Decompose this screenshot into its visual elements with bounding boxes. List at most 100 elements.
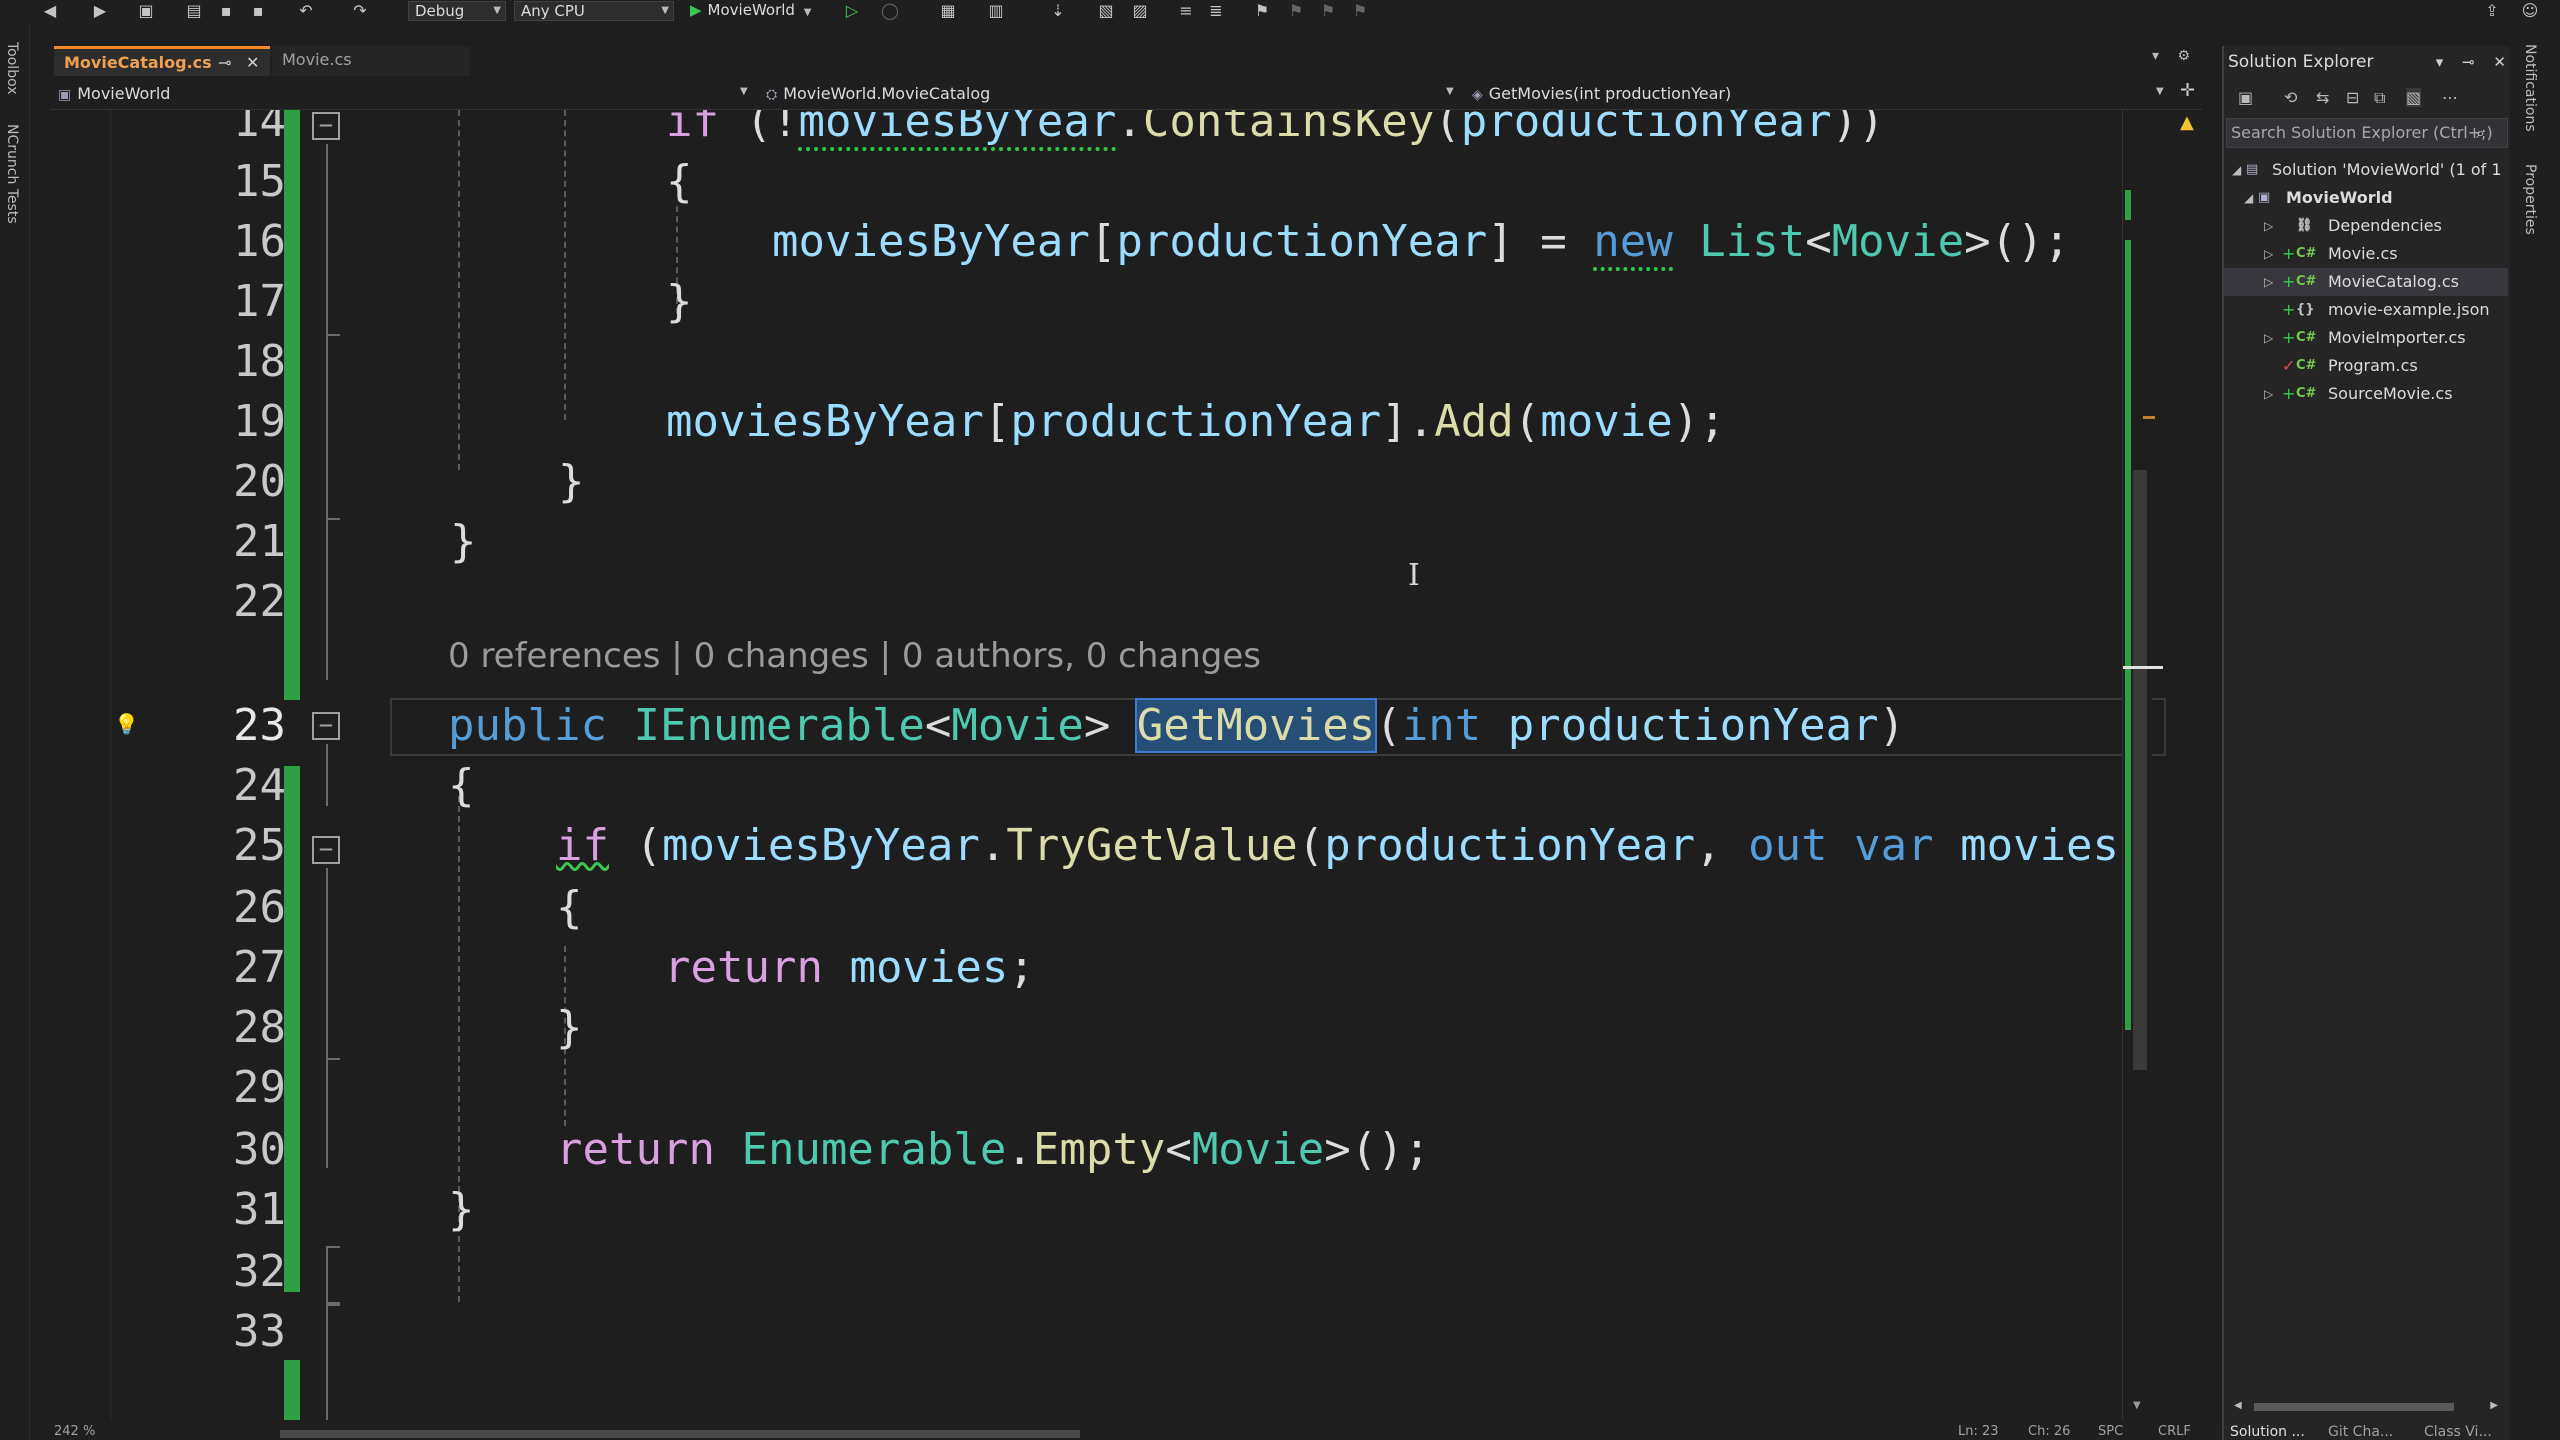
- code-line-17[interactable]: }: [666, 272, 693, 332]
- tree-item-solution[interactable]: ◢ ▤ Solution 'MovieWorld' (1 of 1: [2224, 156, 2508, 184]
- code-line-28[interactable]: }: [556, 998, 583, 1058]
- code-line-15[interactable]: {: [666, 152, 693, 212]
- zoom-level[interactable]: 242 %: [54, 1424, 95, 1439]
- chevron-down-icon[interactable]: ▼: [740, 86, 748, 97]
- browser-link-icon[interactable]: ▥: [986, 2, 1006, 20]
- selected-token[interactable]: GetMovies: [1134, 698, 1378, 753]
- vertical-scrollbar[interactable]: ▼: [2122, 110, 2163, 1420]
- save-all-icon[interactable]: ▪: [248, 2, 268, 20]
- code-line-16[interactable]: moviesByYear[productionYear] = new List<…: [772, 212, 2070, 272]
- more-icon[interactable]: ⋯: [2442, 88, 2458, 107]
- back-icon[interactable]: ◀: [40, 2, 60, 20]
- tree-item-moviecatalog-cs[interactable]: ▷ + C# MovieCatalog.cs: [2224, 268, 2508, 296]
- scroll-down-icon[interactable]: ▼: [2133, 1400, 2141, 1411]
- split-editor-icon[interactable]: ✛: [2180, 80, 2195, 101]
- pin-icon[interactable]: ⊸: [2462, 53, 2475, 71]
- sync-icon[interactable]: ⇆: [2316, 88, 2329, 107]
- window-position-icon[interactable]: ▾: [2436, 53, 2444, 71]
- comment-icon[interactable]: ≡: [1176, 2, 1196, 20]
- scrollbar-thumb[interactable]: [2254, 1403, 2454, 1411]
- scroll-right-icon[interactable]: ▶: [2490, 1400, 2498, 1411]
- tab-git-changes[interactable]: Git Cha...: [2328, 1424, 2393, 1440]
- horizontal-scrollbar[interactable]: ◀ ▶: [2234, 1400, 2498, 1414]
- tree-item-sourcemovie-cs[interactable]: ▷ + C# SourceMovie.cs: [2224, 380, 2508, 408]
- horizontal-scrollbar-thumb[interactable]: [280, 1430, 1080, 1438]
- configuration-select[interactable]: Debug ▼: [408, 1, 506, 21]
- collapse-arrow-icon[interactable]: ◢: [2244, 184, 2253, 212]
- save-icon[interactable]: ▪: [216, 2, 236, 20]
- step-icon[interactable]: ⇣: [1048, 2, 1068, 20]
- codelens-info[interactable]: 0 references | 0 changes | 0 authors, 0 …: [448, 636, 1261, 676]
- next-bookmark-icon[interactable]: ⚑: [1318, 2, 1338, 20]
- code-line-25[interactable]: if (moviesByYear.TryGetValue(productionY…: [556, 816, 2119, 876]
- chevron-down-icon[interactable]: ▼: [2156, 86, 2164, 97]
- code-line-14[interactable]: if (!moviesByYear.ContainsKey(production…: [666, 110, 1885, 152]
- uncomment-icon[interactable]: ≣: [1206, 2, 1226, 20]
- platform-select[interactable]: Any CPU ▼: [514, 1, 674, 21]
- whitespace-mode[interactable]: SPC: [2098, 1424, 2123, 1439]
- tab-list-dropdown-icon[interactable]: ▾: [2152, 48, 2159, 64]
- tab-solution-explorer[interactable]: Solution ...: [2230, 1424, 2305, 1440]
- collapse-icon[interactable]: −: [312, 112, 340, 140]
- tree-item-movieimporter-cs[interactable]: ▷ + C# MovieImporter.cs: [2224, 324, 2508, 352]
- project-dropdown[interactable]: ▣ MovieWorld: [58, 84, 170, 103]
- show-all-files-icon[interactable]: ⧉: [2374, 88, 2385, 108]
- tree-item-movie-example-json[interactable]: + {} movie-example.json: [2224, 296, 2508, 324]
- notifications-tab[interactable]: Notifications: [2522, 44, 2538, 132]
- class-dropdown[interactable]: ⛭ MovieWorld.MovieCatalog: [766, 84, 990, 103]
- gear-icon[interactable]: ⚙: [2177, 48, 2190, 64]
- lightbulb-icon[interactable]: 💡: [114, 712, 139, 736]
- close-icon[interactable]: ✕: [2493, 53, 2506, 71]
- tree-item-dependencies[interactable]: ▷ ⛓ Dependencies: [2224, 212, 2508, 240]
- member-dropdown[interactable]: ◈ GetMovies(int productionYear): [1472, 84, 1731, 103]
- expand-arrow-icon[interactable]: ▷: [2264, 212, 2273, 240]
- code-line-23[interactable]: public IEnumerable<Movie> GetMovies(int …: [448, 696, 1905, 756]
- solution-search-input[interactable]: Search Solution Explorer (Ctrl+;) ⌕: [2226, 118, 2508, 148]
- expand-arrow-icon[interactable]: ▷: [2264, 268, 2273, 296]
- expand-arrow-icon[interactable]: ▷: [2264, 240, 2273, 268]
- close-icon[interactable]: ✕: [246, 49, 259, 77]
- tab-class-view[interactable]: Class Vi...: [2424, 1424, 2492, 1440]
- collapse-icon[interactable]: −: [312, 712, 340, 740]
- tree-item-movie-cs[interactable]: ▷ + C# Movie.cs: [2224, 240, 2508, 268]
- expand-arrow-icon[interactable]: ▷: [2264, 380, 2273, 408]
- open-folder-icon[interactable]: ▤: [184, 2, 204, 20]
- collapse-icon[interactable]: −: [312, 836, 340, 864]
- redo-icon[interactable]: ↷: [350, 2, 370, 20]
- diagnostics-icon[interactable]: ▧: [1096, 2, 1116, 20]
- start-without-debugging-icon[interactable]: ▷: [842, 2, 862, 20]
- properties-tab[interactable]: Properties: [2522, 164, 2538, 235]
- collapse-all-icon[interactable]: ⊟: [2346, 88, 2359, 107]
- code-editor[interactable]: 14 15 16 17 18 19 20 21 22 23 24 25 26 2…: [50, 110, 2172, 1420]
- hot-reload-icon[interactable]: ▦: [938, 2, 958, 20]
- search-icon[interactable]: ⌕: [2476, 119, 2485, 147]
- ncrunch-tests-tab[interactable]: NCrunch Tests: [4, 124, 20, 224]
- prev-bookmark-icon[interactable]: ⚑: [1286, 2, 1306, 20]
- switch-views-icon[interactable]: ▣: [2238, 88, 2253, 107]
- tree-item-project[interactable]: ◢ ▣ MovieWorld: [2224, 184, 2508, 212]
- new-project-icon[interactable]: ▣: [136, 2, 156, 20]
- undo-icon[interactable]: ↶: [296, 2, 316, 20]
- share-icon[interactable]: ⇪: [2482, 2, 2502, 20]
- code-line-31[interactable]: }: [448, 1180, 475, 1240]
- collapse-arrow-icon[interactable]: ◢: [2232, 156, 2241, 184]
- expand-arrow-icon[interactable]: ▷: [2264, 324, 2273, 352]
- code-line-26[interactable]: {: [556, 878, 583, 938]
- code-line-24[interactable]: {: [448, 756, 475, 816]
- pin-icon[interactable]: ⊸: [218, 49, 231, 77]
- code-line-30[interactable]: return Enumerable.Empty<Movie>();: [556, 1120, 1430, 1180]
- line-ending-mode[interactable]: CRLF: [2158, 1424, 2191, 1439]
- layout-icon[interactable]: ▨: [1130, 2, 1150, 20]
- chevron-down-icon[interactable]: ▼: [1446, 86, 1454, 97]
- code-line-27[interactable]: return movies;: [664, 938, 1035, 998]
- toolbox-tab[interactable]: Toolbox: [4, 42, 20, 95]
- scrollbar-thumb[interactable]: [2133, 470, 2147, 1070]
- code-line-20[interactable]: }: [558, 452, 585, 512]
- warning-icon[interactable]: ▲: [2180, 112, 2194, 133]
- scroll-left-icon[interactable]: ◀: [2234, 1400, 2242, 1411]
- tab-moviecatalog[interactable]: MovieCatalog.cs ⊸ ✕: [54, 46, 270, 76]
- account-icon[interactable]: ☺: [2520, 2, 2540, 20]
- history-icon[interactable]: ⟲: [2284, 88, 2297, 107]
- attach-icon[interactable]: ◯: [880, 2, 900, 20]
- forward-icon[interactable]: ▶: [90, 2, 110, 20]
